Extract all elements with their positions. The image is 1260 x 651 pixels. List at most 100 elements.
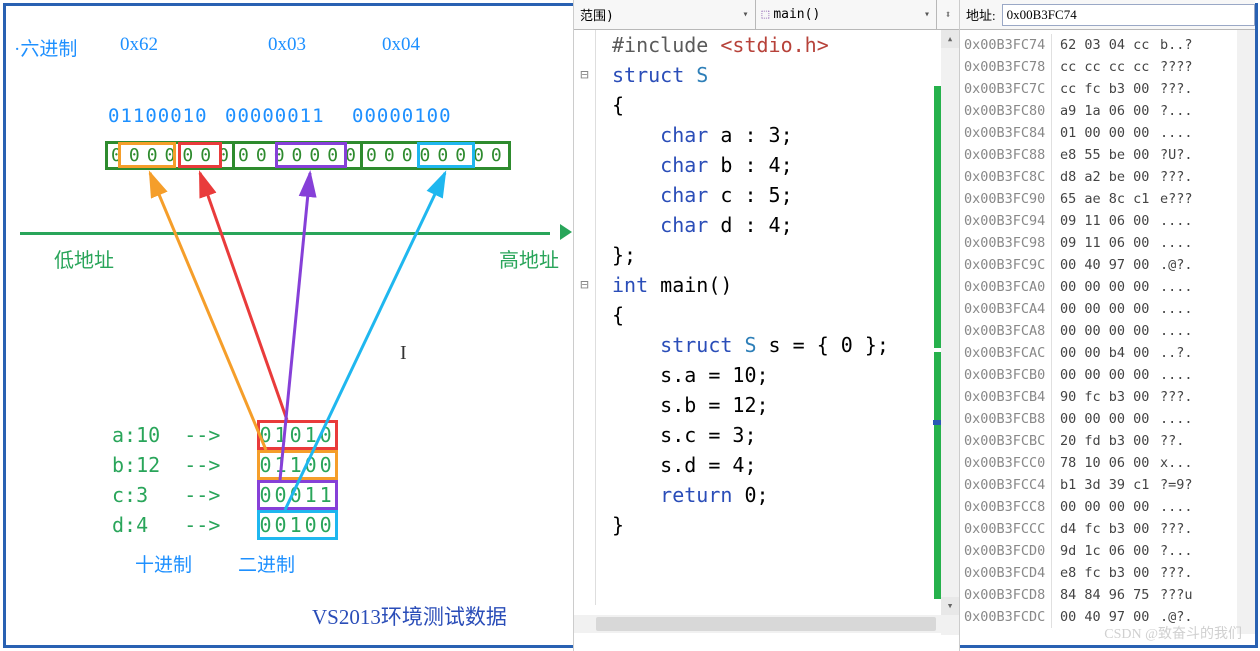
memory-hex: 62 03 04 cc — [1060, 34, 1160, 56]
split-icon[interactable]: ⬍ — [937, 8, 959, 21]
memory-row[interactable]: 0x00B3FCD884 84 96 75???u — [964, 584, 1255, 606]
code-line[interactable]: struct S — [612, 60, 889, 90]
code-line[interactable]: } — [612, 510, 889, 540]
binary-top-1: 00000011 — [225, 105, 325, 127]
fold-box[interactable]: ⊟ — [574, 270, 595, 300]
memory-hex: b1 3d 39 c1 — [1060, 474, 1160, 496]
memory-row[interactable]: 0x00B3FC8Cd8 a2 be 00???. — [964, 166, 1255, 188]
memory-row[interactable]: 0x00B3FC7Ccc fc b3 00???. — [964, 78, 1255, 100]
memory-hex: d8 a2 be 00 — [1060, 166, 1160, 188]
memory-address: 0x00B3FCA4 — [964, 298, 1052, 320]
text-cursor-icon: I — [400, 342, 407, 365]
memory-row[interactable]: 0x00B3FCCCd4 fc b3 00???. — [964, 518, 1255, 540]
memory-row[interactable]: 0x00B3FCA400 00 00 00.... — [964, 298, 1255, 320]
memory-address: 0x00B3FC98 — [964, 232, 1052, 254]
memory-row[interactable]: 0x00B3FC80 a9 1a 06 00?... — [964, 100, 1255, 122]
memory-row[interactable]: 0x00B3FCB490 fc b3 00???. — [964, 386, 1255, 408]
memory-row[interactable]: 0x00B3FCA000 00 00 00.... — [964, 276, 1255, 298]
memory-row[interactable]: 0x00B3FC78cc cc cc cc???? — [964, 56, 1255, 78]
memory-row[interactable]: 0x00B3FCBC20 fd b3 00 ??. — [964, 430, 1255, 452]
code-line[interactable]: #include <stdio.h> — [612, 30, 889, 60]
memory-hex: a9 1a 06 00 — [1060, 100, 1160, 122]
memory-address: 0x00B3FCB0 — [964, 364, 1052, 386]
memory-row[interactable]: 0x00B3FC88e8 55 be 00?U?. — [964, 144, 1255, 166]
fold-box — [574, 480, 595, 510]
memory-ascii: .... — [1160, 232, 1193, 254]
code-line[interactable]: char b : 4; — [612, 150, 889, 180]
memory-row[interactable]: 0x00B3FCC4b1 3d 39 c1?=9? — [964, 474, 1255, 496]
memory-hex: cc fc b3 00 — [1060, 78, 1160, 100]
code-line[interactable]: s.c = 3; — [612, 420, 889, 450]
memory-address: 0x00B3FC84 — [964, 122, 1052, 144]
memory-hex: 20 fd b3 00 — [1060, 430, 1160, 452]
code-lines[interactable]: #include <stdio.h>struct S{ char a : 3; … — [596, 30, 889, 605]
memory-ascii: b..? — [1160, 34, 1193, 56]
scope-combo[interactable]: 范围)▾ — [574, 0, 756, 29]
memory-address: 0x00B3FCD8 — [964, 584, 1052, 606]
hex-value-0: 0x62 — [120, 34, 158, 56]
code-body[interactable]: ⊟⊟ #include <stdio.h>struct S{ char a : … — [574, 30, 959, 605]
memory-ascii: .@?. — [1160, 254, 1193, 276]
code-line[interactable]: int main() — [612, 270, 889, 300]
memory-row[interactable]: 0x00B3FC7462 03 04 ccb..? — [964, 34, 1255, 56]
code-line[interactable]: char a : 3; — [612, 120, 889, 150]
memory-address: 0x00B3FC88 — [964, 144, 1052, 166]
field-c-top — [275, 142, 347, 168]
memory-row[interactable]: 0x00B3FCB000 00 00 00.... — [964, 364, 1255, 386]
code-line[interactable]: s.d = 4; — [612, 450, 889, 480]
scroll-thumb[interactable] — [596, 617, 936, 631]
saved-indicator — [934, 86, 941, 348]
code-line[interactable]: }; — [612, 240, 889, 270]
memory-hex: 00 00 00 00 — [1060, 276, 1160, 298]
memory-row[interactable]: 0x00B3FC9409 11 06 00.... — [964, 210, 1255, 232]
memory-hex: 00 00 00 00 — [1060, 496, 1160, 518]
code-line[interactable]: struct S s = { 0 }; — [612, 330, 889, 360]
memory-row[interactable]: 0x00B3FC9C00 40 97 00.@?. — [964, 254, 1255, 276]
bitfield-row: a:10 --> 01010 — [112, 420, 338, 450]
memory-address: 0x00B3FCAC — [964, 342, 1052, 364]
memory-row[interactable]: 0x00B3FCD4e8 fc b3 00???. — [964, 562, 1255, 584]
memory-ascii: ???. — [1160, 518, 1193, 540]
scroll-down-icon[interactable]: ▾ — [941, 597, 959, 615]
memory-hex: 78 10 06 00 — [1060, 452, 1160, 474]
fold-box — [574, 390, 595, 420]
memory-row[interactable]: 0x00B3FCC800 00 00 00.... — [964, 496, 1255, 518]
hex-value-1: 0x03 — [268, 34, 306, 56]
memory-scrollbar[interactable] — [1237, 30, 1255, 634]
memory-row[interactable]: 0x00B3FCC078 10 06 00x... — [964, 452, 1255, 474]
horizontal-scrollbar[interactable] — [574, 615, 941, 633]
memory-row[interactable]: 0x00B3FCB800 00 00 00.... — [964, 408, 1255, 430]
memory-ascii: ?... — [1160, 100, 1193, 122]
memory-row[interactable]: 0x00B3FC9809 11 06 00.... — [964, 232, 1255, 254]
code-line[interactable]: char d : 4; — [612, 210, 889, 240]
memory-hex: 00 00 00 00 — [1060, 298, 1160, 320]
memory-row[interactable]: 0x00B3FC8401 00 00 00.... — [964, 122, 1255, 144]
code-line[interactable]: char c : 5; — [612, 180, 889, 210]
memory-address: 0x00B3FC80 — [964, 100, 1052, 122]
code-line[interactable]: { — [612, 300, 889, 330]
function-combo[interactable]: ⬚main()▾ — [756, 0, 938, 29]
memory-rows[interactable]: 0x00B3FC7462 03 04 ccb..?0x00B3FC78cc cc… — [960, 30, 1255, 628]
fold-box[interactable]: ⊟ — [574, 60, 595, 90]
vertical-scrollbar[interactable] — [941, 30, 959, 635]
memory-row[interactable]: 0x00B3FC9065 ae 8c c1e??? — [964, 188, 1255, 210]
binary-top-2: 00000100 — [352, 105, 452, 127]
memory-ascii: .... — [1160, 408, 1193, 430]
address-input[interactable] — [1002, 4, 1255, 26]
memory-row[interactable]: 0x00B3FCAC00 00 b4 00..?. — [964, 342, 1255, 364]
diagram-pane: ·六进制 0x62 0x03 0x04 01100010 00000011 00… — [0, 0, 573, 651]
memory-ascii: .... — [1160, 320, 1193, 342]
code-line[interactable]: s.b = 12; — [612, 390, 889, 420]
bitfield-row: b:12 --> 01100 — [112, 450, 338, 480]
saved-indicator-2 — [934, 352, 941, 599]
fold-box — [574, 240, 595, 270]
memory-address: 0x00B3FC9C — [964, 254, 1052, 276]
memory-row[interactable]: 0x00B3FCA800 00 00 00.... — [964, 320, 1255, 342]
memory-ascii: x... — [1160, 452, 1193, 474]
code-line[interactable]: s.a = 10; — [612, 360, 889, 390]
code-line[interactable]: return 0; — [612, 480, 889, 510]
code-pane: 范围)▾ ⬚main()▾ ⬍ ⊟⊟ #include <stdio.h>str… — [573, 0, 959, 651]
memory-row[interactable]: 0x00B3FCD09d 1c 06 00?... — [964, 540, 1255, 562]
code-line[interactable]: { — [612, 90, 889, 120]
scroll-up-icon[interactable]: ▴ — [941, 30, 959, 48]
